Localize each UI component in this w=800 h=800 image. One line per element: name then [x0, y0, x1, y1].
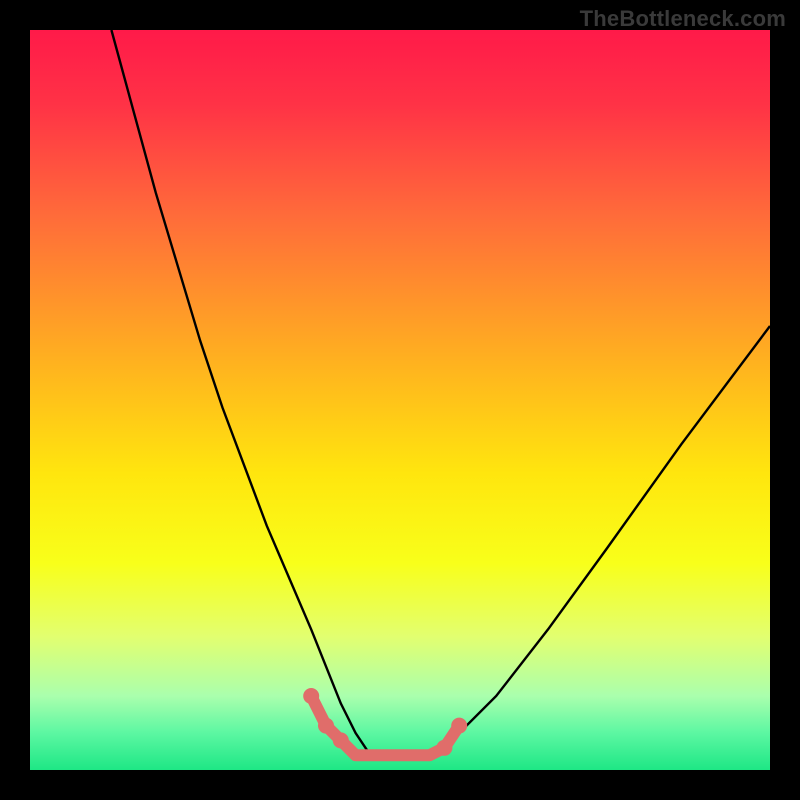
optimal-dot [451, 718, 467, 734]
optimal-dot [303, 688, 319, 704]
chart-frame: TheBottleneck.com [0, 0, 800, 800]
bottleneck-chart [0, 0, 800, 800]
optimal-dot [436, 740, 452, 756]
optimal-dot [318, 718, 334, 734]
attribution-label: TheBottleneck.com [580, 6, 786, 32]
optimal-dot [333, 732, 349, 748]
